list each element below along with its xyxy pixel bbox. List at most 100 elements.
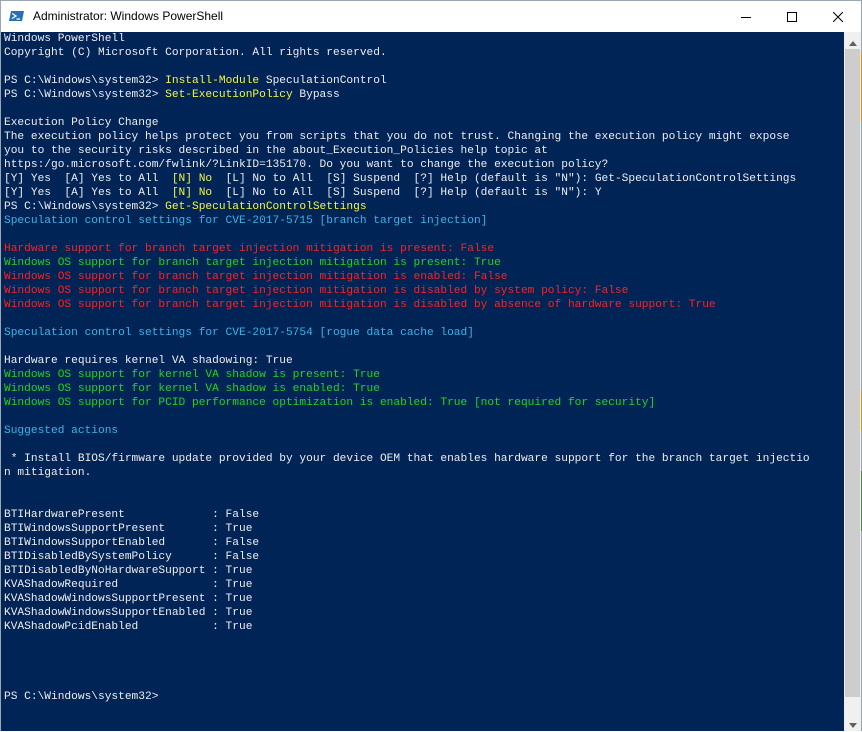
powershell-window: Administrator: Windows PowerShell Window…: [0, 0, 862, 731]
console-line: PS C:\Windows\system32> Install-Module S…: [4, 74, 810, 88]
console-text: [Y] Yes [A] Yes to All: [4, 173, 172, 185]
console-text: KVAShadowWindowsSupportPresent : True: [4, 593, 253, 605]
console-text: Set-ExecutionPolicy: [165, 89, 293, 101]
console-text: Windows OS support for branch target inj…: [4, 257, 501, 269]
console-text: Copyright (C) Microsoft Corporation. All…: [4, 47, 387, 59]
console-text: you to the security risks described in t…: [4, 145, 548, 157]
console-line: PS C:\Windows\system32> Get-SpeculationC…: [4, 200, 810, 214]
console-line: Windows OS support for PCID performance …: [4, 396, 810, 410]
console-line: BTIWindowsSupportPresent : True: [4, 522, 810, 536]
minimize-button[interactable]: [723, 1, 769, 32]
scroll-down-button[interactable]: [844, 714, 861, 731]
maximize-icon: [787, 7, 797, 26]
console-text: Windows OS support for kernel VA shadow …: [4, 369, 380, 381]
console-line: you to the security risks described in t…: [4, 144, 810, 158]
console-text: [L] No to All [S] Suspend [?] Help (defa…: [212, 187, 602, 199]
console-text: BTIWindowsSupportPresent : True: [4, 523, 253, 535]
console-text: [Y] Yes [A] Yes to All: [4, 187, 172, 199]
console-text: [N] No: [171, 187, 213, 199]
title-bar[interactable]: Administrator: Windows PowerShell: [1, 1, 861, 32]
console-line: * Install BIOS/firmware update provided …: [4, 452, 810, 466]
console-text: https:/go.microsoft.com/fwlink/?LinkID=1…: [4, 159, 609, 171]
console-line: Windows PowerShell: [4, 32, 810, 46]
console-text: Speculation control settings for CVE-201…: [4, 215, 488, 227]
scroll-up-button[interactable]: [844, 32, 861, 49]
console-text: KVAShadowRequired : True: [4, 579, 253, 591]
console-text: PS C:\Windows\system32>: [4, 691, 159, 703]
console-line: Suggested actions: [4, 424, 810, 438]
console-lines: Windows PowerShell Copyright (C) Microsof…: [4, 32, 810, 704]
console-line: Windows OS support for branch target inj…: [4, 270, 810, 284]
console-line: Windows OS support for branch target inj…: [4, 256, 810, 270]
console-line: PS C:\Windows\system32> Set-ExecutionPol…: [4, 88, 810, 102]
console-text: BTIDisabledByNoHardwareSupport : True: [4, 565, 253, 577]
console-line: Windows OS support for kernel VA shadow …: [4, 368, 810, 382]
console-text: PS C:\Windows\system32>: [4, 89, 166, 101]
powershell-icon: [9, 8, 25, 24]
scrollbar-thumb[interactable]: [845, 49, 860, 697]
console-line: The execution policy helps protect you f…: [4, 130, 810, 144]
console-text: KVAShadowWindowsSupportEnabled : True: [4, 607, 253, 619]
maximize-button[interactable]: [769, 1, 815, 32]
close-icon: [832, 7, 844, 26]
console-line: KVAShadowPcidEnabled : True: [4, 620, 810, 634]
console-line: KVAShadowRequired : True: [4, 578, 810, 592]
console-text: Windows OS support for branch target inj…: [4, 299, 716, 311]
console-text: PS C:\Windows\system32>: [4, 75, 166, 87]
console-line: https:/go.microsoft.com/fwlink/?LinkID=1…: [4, 158, 810, 172]
console-text: [L] No to All [S] Suspend [?] Help (defa…: [212, 173, 797, 185]
console-text: BTIWindowsSupportEnabled : False: [4, 537, 260, 549]
console-text: Windows OS support for branch target inj…: [4, 271, 508, 283]
console-text: Windows PowerShell: [4, 33, 125, 45]
console-text: Windows OS support for branch target inj…: [4, 285, 629, 297]
console-text: BTIHardwarePresent : False: [4, 509, 260, 521]
window-title: Administrator: Windows PowerShell: [33, 9, 224, 23]
console-line: Speculation control settings for CVE-201…: [4, 214, 810, 228]
console-text: Execution Policy Change: [4, 117, 159, 129]
console-line: BTIHardwarePresent : False: [4, 508, 810, 522]
console-text: KVAShadowPcidEnabled : True: [4, 621, 253, 633]
close-button[interactable]: [815, 1, 861, 32]
console-text: n mitigation.: [4, 467, 92, 479]
console-text: PS C:\Windows\system32>: [4, 201, 166, 213]
console-line: Windows OS support for branch target inj…: [4, 284, 810, 298]
console-text: Windows OS support for PCID performance …: [4, 397, 656, 409]
console-line: Speculation control settings for CVE-201…: [4, 326, 810, 340]
scroll-down-arrow-icon: [848, 713, 857, 732]
console-line: Windows OS support for branch target inj…: [4, 298, 810, 312]
console-text: Hardware support for branch target injec…: [4, 243, 495, 255]
minimize-icon: [741, 7, 751, 26]
console-line: Copyright (C) Microsoft Corporation. All…: [4, 46, 810, 60]
console-text: The execution policy helps protect you f…: [4, 131, 790, 143]
vertical-scrollbar[interactable]: [844, 32, 861, 731]
console-text: BTIDisabledBySystemPolicy : False: [4, 551, 260, 563]
scroll-up-arrow-icon: [848, 31, 857, 50]
console-line: [Y] Yes [A] Yes to All [N] No [L] No to …: [4, 172, 810, 186]
console-text: Get-SpeculationControlSettings: [165, 201, 367, 213]
console-line: KVAShadowWindowsSupportEnabled : True: [4, 606, 810, 620]
console-output[interactable]: Windows PowerShell Copyright (C) Microsof…: [1, 32, 844, 731]
console-text: [N] No: [171, 173, 213, 185]
console-line: n mitigation.: [4, 466, 810, 480]
console-line: Hardware requires kernel VA shadowing: T…: [4, 354, 810, 368]
console-text: Bypass: [292, 89, 340, 101]
console-text: Install-Module: [165, 75, 260, 87]
console-text: Speculation control settings for CVE-201…: [4, 327, 474, 339]
console-line: KVAShadowWindowsSupportPresent : True: [4, 592, 810, 606]
console-line: PS C:\Windows\system32>: [4, 690, 810, 704]
console-line: [Y] Yes [A] Yes to All [N] No [L] No to …: [4, 186, 810, 200]
console-text: SpeculationControl: [259, 75, 387, 87]
